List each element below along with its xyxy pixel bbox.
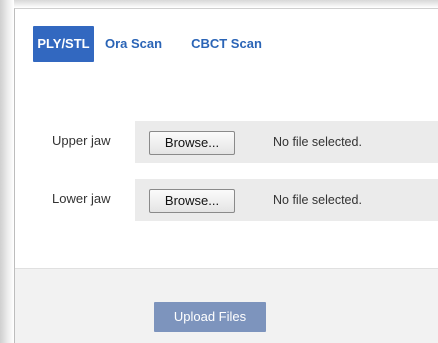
upper-jaw-browse-button[interactable]: Browse... — [149, 131, 235, 155]
tab-bar: PLY/STL Ora Scan CBCT Scan — [33, 26, 262, 62]
tab-ora-scan[interactable]: Ora Scan — [105, 26, 162, 62]
window: PLY/STL Ora Scan CBCT Scan Upper jaw Bro… — [0, 0, 438, 343]
upper-jaw-file-status: No file selected. — [273, 135, 362, 149]
window-shadow-top — [0, 0, 438, 8]
lower-jaw-label: Lower jaw — [52, 191, 111, 206]
upper-jaw-label: Upper jaw — [52, 133, 111, 148]
upper-jaw-file-row: Browse... No file selected. — [135, 121, 438, 163]
upload-dialog: PLY/STL Ora Scan CBCT Scan Upper jaw Bro… — [14, 8, 438, 343]
lower-jaw-file-row: Browse... No file selected. — [135, 179, 438, 221]
window-shadow-left — [0, 0, 14, 343]
tab-cbct-scan[interactable]: CBCT Scan — [191, 26, 262, 62]
upload-files-button[interactable]: Upload Files — [154, 302, 266, 332]
tab-ply-stl[interactable]: PLY/STL — [33, 26, 94, 62]
lower-jaw-file-status: No file selected. — [273, 193, 362, 207]
dialog-footer: Upload Files — [15, 268, 438, 343]
lower-jaw-browse-button[interactable]: Browse... — [149, 189, 235, 213]
